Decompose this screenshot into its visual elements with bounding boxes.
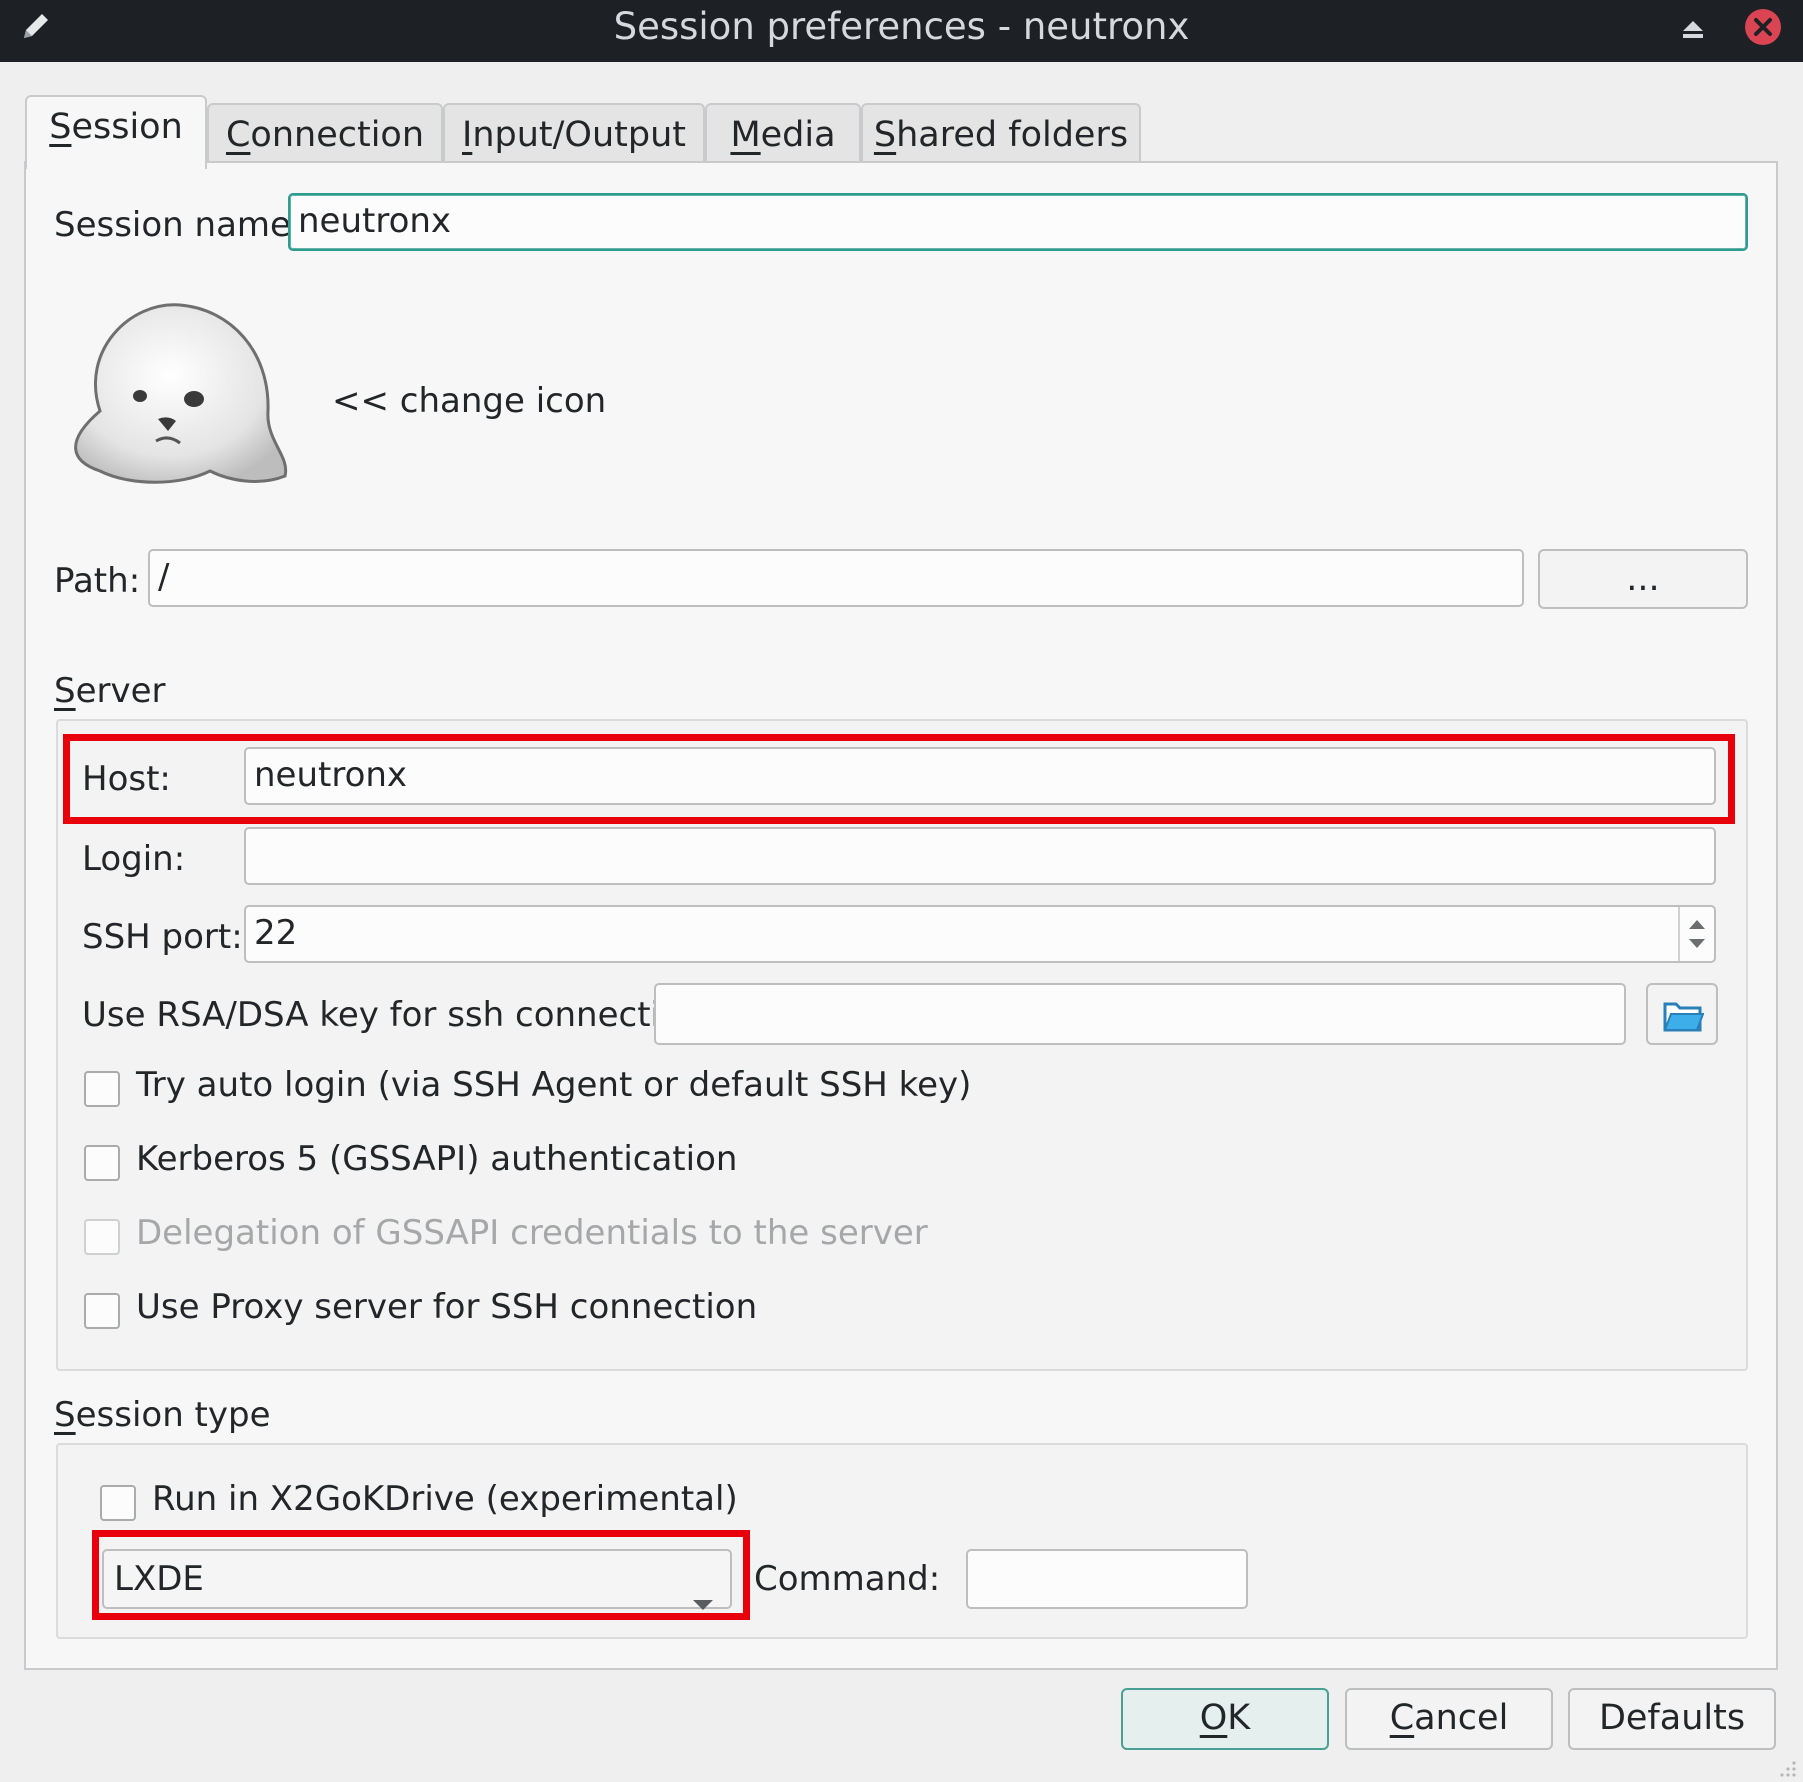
session-icon[interactable] <box>60 291 292 501</box>
checkbox-label: Use Proxy server for SSH connection <box>136 1287 758 1327</box>
proxy-server-checkbox[interactable]: Use Proxy server for SSH connection <box>84 1287 884 1333</box>
cancel-label: ancel <box>1414 1698 1509 1738</box>
rsa-key-browse-button[interactable] <box>1646 983 1718 1045</box>
session-type-value: LXDE <box>114 1559 204 1599</box>
login-label: Login: <box>82 839 186 879</box>
close-icon[interactable] <box>1744 8 1782 46</box>
tab-input-output[interactable]: Input/Output <box>443 103 705 167</box>
tab-label: hared folders <box>896 115 1129 155</box>
checkbox-box[interactable] <box>100 1485 136 1521</box>
dialog-body: Session Connection Input/Output Media Sh… <box>0 62 1803 1782</box>
tab-label-mnemonic: I <box>461 115 473 155</box>
checkbox-label: Kerberos 5 (GSSAPI) authentication <box>136 1139 738 1179</box>
resize-grip-icon[interactable] <box>1772 1752 1798 1782</box>
spin-arrows-icon[interactable] <box>1678 907 1714 961</box>
host-label: Host: <box>82 759 171 799</box>
session-tab-panel: Session name: neutronx << change icon Pa… <box>24 161 1778 1670</box>
defaults-button[interactable]: Defaults <box>1568 1688 1776 1750</box>
ok-mnemonic: O <box>1199 1698 1228 1738</box>
session-type-combobox[interactable]: LXDE <box>102 1549 732 1610</box>
ok-label: K <box>1227 1698 1251 1738</box>
window-title: Session preferences - neutronx <box>613 5 1190 48</box>
kdrive-checkbox[interactable]: Run in X2GoKDrive (experimental) <box>100 1479 800 1525</box>
session-type-label-text: ession type <box>75 1395 271 1435</box>
command-label: Command: <box>754 1559 941 1599</box>
path-input[interactable]: / <box>148 549 1524 607</box>
checkbox-label: Run in X2GoKDrive (experimental) <box>152 1479 738 1519</box>
folder-open-icon <box>1662 995 1705 1051</box>
checkbox-box[interactable] <box>84 1145 120 1181</box>
tab-label: edia <box>760 115 836 155</box>
checkbox-box[interactable] <box>84 1293 120 1329</box>
ssh-port-value: 22 <box>254 913 298 953</box>
checkbox-box[interactable] <box>84 1071 120 1107</box>
tab-media[interactable]: Media <box>705 103 861 167</box>
change-icon-button[interactable]: << change icon <box>332 381 606 421</box>
tab-label-mnemonic: S <box>49 107 72 147</box>
tab-label-mnemonic: S <box>873 115 897 155</box>
chevron-down-icon <box>692 1573 714 1629</box>
login-input[interactable] <box>244 827 1716 885</box>
tab-session[interactable]: Session <box>25 95 207 169</box>
session-name-input[interactable]: neutronx <box>288 193 1748 251</box>
path-browse-button[interactable]: ... <box>1538 549 1748 609</box>
rsa-key-input[interactable] <box>654 983 1626 1045</box>
session-type-group: Run in X2GoKDrive (experimental) LXDE Co… <box>56 1443 1748 1639</box>
rsa-key-label: Use RSA/DSA key for ssh connection: <box>82 995 714 1035</box>
ssh-port-spinbox[interactable]: 22 <box>244 905 1716 963</box>
server-group: Host: neutronx Login: SSH port: 22 Use R… <box>56 719 1748 1371</box>
checkbox-label: Try auto login (via SSH Agent or default… <box>136 1065 972 1105</box>
tab-label: ession <box>71 107 183 147</box>
checkbox-box <box>84 1219 120 1255</box>
tab-label-mnemonic: M <box>730 115 761 155</box>
auto-login-checkbox[interactable]: Try auto login (via SSH Agent or default… <box>84 1065 971 1111</box>
cancel-button[interactable]: Cancel <box>1345 1688 1553 1750</box>
gssapi-delegation-checkbox: Delegation of GSSAPI credentials to the … <box>84 1213 928 1259</box>
session-type-group-label: Session type <box>54 1395 271 1435</box>
path-label: Path: <box>54 561 141 601</box>
tab-label: nput/Output <box>472 115 686 155</box>
command-input[interactable] <box>966 1549 1248 1609</box>
server-group-label: Server <box>54 671 166 711</box>
checkbox-label: Delegation of GSSAPI credentials to the … <box>136 1213 928 1253</box>
title-bar: Session preferences - neutronx <box>0 0 1803 62</box>
server-label-mnemonic: S <box>54 671 76 711</box>
tab-shared-folders[interactable]: Shared folders <box>861 103 1141 167</box>
ssh-port-label: SSH port: <box>82 917 243 957</box>
ok-button[interactable]: OK <box>1121 1688 1329 1750</box>
session-name-label: Session name: <box>54 205 303 245</box>
session-type-label-mnemonic: S <box>54 1395 76 1435</box>
tab-label: onnection <box>250 115 425 155</box>
tab-connection[interactable]: Connection <box>207 103 443 167</box>
host-input[interactable]: neutronx <box>244 747 1716 805</box>
tab-label-mnemonic: C <box>225 115 251 155</box>
server-label-text: erver <box>75 671 166 711</box>
seal-icon <box>74 303 288 484</box>
kerberos-checkbox[interactable]: Kerberos 5 (GSSAPI) authentication <box>84 1139 884 1185</box>
cancel-mnemonic: C <box>1389 1698 1415 1738</box>
shade-icon[interactable] <box>1678 12 1708 42</box>
